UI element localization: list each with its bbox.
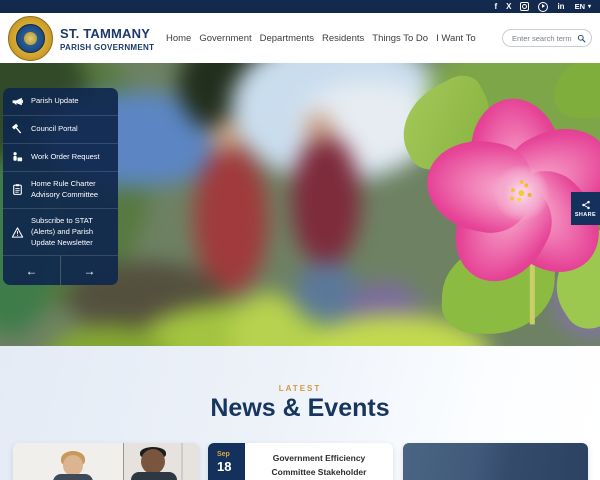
- page: f X in EN ▾ ST. TAMMANY PARISH GOVERNMEN…: [0, 0, 600, 480]
- search-icon[interactable]: [577, 34, 586, 43]
- brand-subtitle: PARISH GOVERNMENT: [60, 42, 155, 52]
- share-icon: [581, 200, 590, 209]
- nav-item-departments[interactable]: Departments: [260, 33, 314, 44]
- topbar: f X in EN ▾: [0, 0, 600, 13]
- search-input[interactable]: [510, 32, 577, 44]
- youtube-icon[interactable]: [538, 1, 549, 12]
- quicklink-council-portal[interactable]: Council Portal: [3, 116, 118, 144]
- clipboard-icon: [13, 184, 22, 196]
- gavel-icon: [12, 123, 22, 134]
- news-events-section: LATEST News & Events Sep 18 Government E…: [0, 346, 600, 480]
- language-label: EN: [574, 2, 585, 11]
- news-card-photo[interactable]: [13, 443, 199, 480]
- instagram-icon[interactable]: [520, 2, 530, 11]
- brand-text: ST. TAMMANY PARISH GOVERNMENT: [60, 26, 154, 52]
- x-twitter-icon[interactable]: X: [506, 2, 511, 11]
- site-logo[interactable]: ST. TAMMANY PARISH GOVERNMENT: [8, 16, 154, 61]
- nav-item-things-to-do[interactable]: Things To Do: [372, 33, 428, 44]
- main-nav: Home Government Departments Residents Th…: [166, 13, 476, 63]
- share-label: SHARE: [574, 211, 597, 218]
- quicklink-parish-update[interactable]: Parish Update: [3, 88, 118, 116]
- quicklinks-panel: Parish Update Council Portal Work Order: [3, 88, 118, 286]
- event-title: Government Efficiency Committee Stakehol…: [271, 453, 367, 477]
- quicklink-work-order-request[interactable]: Work Order Request: [3, 144, 118, 172]
- facebook-icon[interactable]: f: [494, 2, 497, 11]
- event-date-badge: Sep 18: [208, 443, 245, 480]
- nav-item-i-want-to[interactable]: I Want To: [436, 33, 476, 44]
- quicklink-label: Home Rule Charter Advisory Committee: [31, 179, 99, 199]
- quicklink-label: Parish Update: [31, 96, 79, 106]
- nav-item-residents[interactable]: Residents: [322, 33, 364, 44]
- carousel-next-button[interactable]: →: [60, 256, 118, 286]
- site-header: ST. TAMMANY PARISH GOVERNMENT Home Gover…: [0, 13, 600, 63]
- quicklink-label: Council Portal: [31, 124, 78, 134]
- carousel-controls: ← →: [3, 256, 118, 286]
- hero-carousel: Parish Update Council Portal Work Order: [0, 63, 600, 346]
- quicklink-home-rule-charter[interactable]: Home Rule Charter Advisory Committee: [3, 172, 118, 209]
- section-title: News & Events: [210, 394, 390, 422]
- news-card-image[interactable]: [403, 443, 588, 480]
- alert-triangle-icon: [11, 226, 24, 238]
- event-month: Sep: [217, 451, 230, 458]
- linkedin-icon[interactable]: in: [557, 2, 564, 11]
- language-selector[interactable]: EN ▾: [575, 2, 591, 11]
- share-button[interactable]: SHARE: [571, 192, 600, 225]
- event-day: 18: [217, 459, 232, 474]
- megaphone-icon: [12, 97, 23, 106]
- parish-seal-icon: [8, 16, 53, 61]
- news-card-event[interactable]: Sep 18 Government Efficiency Committee S…: [208, 443, 393, 480]
- search-box: [502, 29, 592, 47]
- nav-item-home[interactable]: Home: [166, 33, 191, 44]
- quicklink-label: Work Order Request: [31, 152, 100, 162]
- window-frame: [181, 443, 183, 480]
- section-eyebrow: LATEST: [278, 384, 322, 393]
- brand-title: ST. TAMMANY: [60, 25, 151, 41]
- carousel-prev-button[interactable]: ←: [3, 256, 60, 285]
- quicklink-label: Subscribe to STAT (Alerts) and Parish Up…: [31, 215, 94, 247]
- nav-item-government[interactable]: Government: [199, 33, 251, 44]
- social-links: f X in: [494, 1, 565, 12]
- quicklink-subscribe-stat[interactable]: Subscribe to STAT (Alerts) and Parish Up…: [3, 209, 118, 257]
- work-order-icon: [13, 152, 23, 162]
- chevron-down-icon: ▾: [587, 4, 591, 10]
